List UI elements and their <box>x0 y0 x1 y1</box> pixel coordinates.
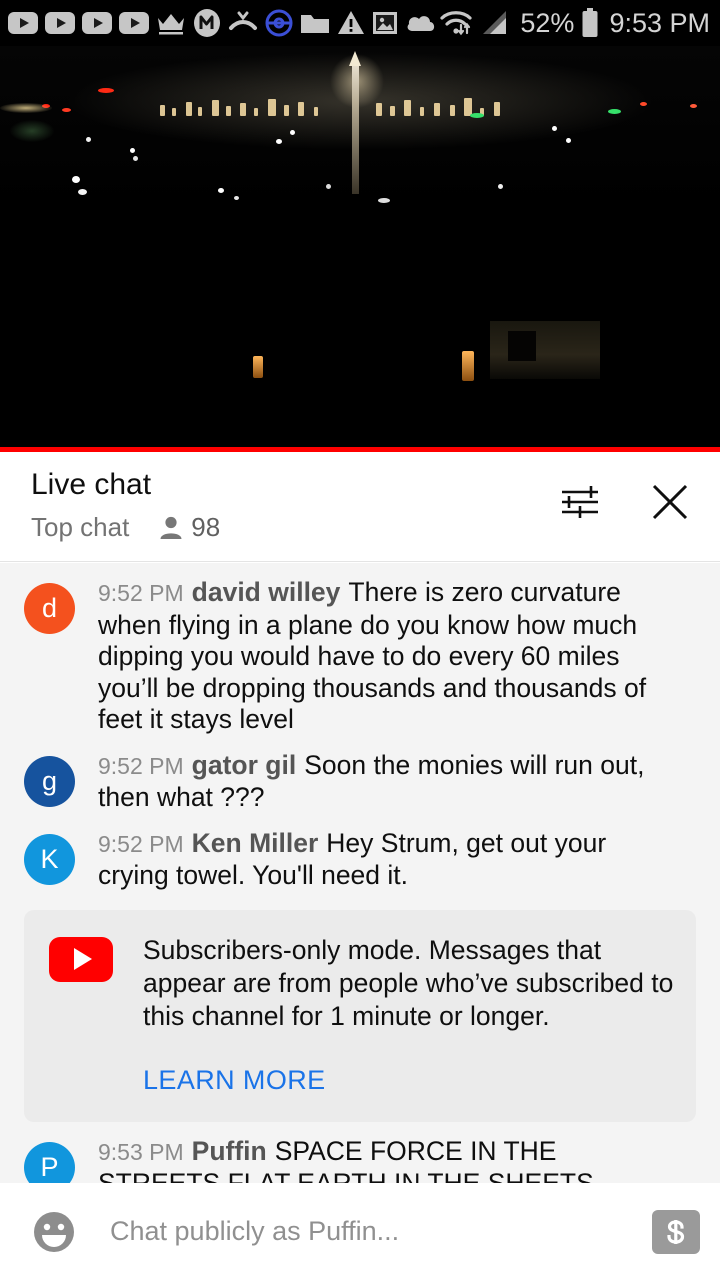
video-light <box>218 188 224 193</box>
missed-call-icon <box>229 11 257 30</box>
message-author[interactable]: Puffin <box>192 1136 267 1166</box>
youtube-logo-icon <box>49 936 113 982</box>
status-bar: 52% 9:53 PM <box>0 0 720 46</box>
learn-more-link[interactable]: LEARN MORE <box>143 1065 674 1096</box>
wifi-icon <box>440 11 472 36</box>
battery-icon <box>582 8 598 37</box>
video-foreground-building <box>490 321 600 379</box>
battery-percent-label: 52% <box>520 7 575 38</box>
video-light <box>552 126 557 131</box>
messenger-m-icon <box>194 9 220 37</box>
photo-icon <box>373 12 397 34</box>
close-chat-button[interactable] <box>644 476 696 528</box>
youtube-play-icon <box>119 12 149 34</box>
clock-label: 9:53 PM <box>609 7 710 38</box>
live-chat-header: Live chat Top chat 98 <box>0 452 720 562</box>
avatar[interactable]: K <box>24 833 75 885</box>
cloud-icon <box>407 16 435 31</box>
chat-mode-label[interactable]: Top chat <box>31 512 129 543</box>
video-light <box>133 156 138 161</box>
video-light <box>290 130 295 135</box>
video-light <box>78 189 87 195</box>
chat-message-body: 9:53 PM Puffin SPACE FORCE IN THE STREETS … <box>98 1136 683 1184</box>
video-light <box>640 102 647 106</box>
video-light <box>98 88 114 93</box>
folder-icon <box>301 15 329 33</box>
youtube-play-icon <box>82 12 112 34</box>
chat-input-bar <box>0 1183 720 1280</box>
live-chat-header-actions <box>554 452 696 552</box>
message-timestamp: 9:52 PM <box>98 580 184 606</box>
video-light <box>690 104 697 108</box>
chat-message[interactable]: g 9:52 PM gator gil Soon the monies will r… <box>0 750 720 814</box>
subscribers-only-notice: Subscribers-only mode. Messages that app… <box>24 909 696 1122</box>
status-bar-system-icons: 52% 9:53 PM <box>439 8 710 39</box>
video-monument <box>349 51 361 194</box>
cell-signal-icon <box>483 11 507 34</box>
avatar[interactable]: d <box>24 583 75 634</box>
youtube-play-icon <box>45 12 75 34</box>
message-timestamp: 9:52 PM <box>98 830 184 857</box>
message-author[interactable]: Ken Miller <box>192 828 319 858</box>
video-light <box>470 113 484 118</box>
viewer-count-label: 98 <box>191 512 221 542</box>
message-author[interactable]: david willey <box>192 577 341 607</box>
chat-input[interactable] <box>110 1216 652 1247</box>
close-x-icon <box>652 484 688 520</box>
chat-settings-sliders-icon <box>562 486 598 518</box>
pokeball-icon <box>265 9 293 37</box>
message-author[interactable]: gator gil <box>192 750 297 780</box>
notice-text: Subscribers-only mode. Messages that app… <box>143 934 674 1031</box>
live-chat-title: Live chat <box>31 468 152 501</box>
chat-message[interactable]: P 9:53 PM Puffin SPACE FORCE IN THE STREET… <box>0 1136 720 1184</box>
avatar[interactable]: g <box>24 755 75 807</box>
video-light <box>608 109 621 114</box>
chat-message-body: 9:52 PM Ken Miller Hey Strum, get out your… <box>98 828 683 892</box>
chat-message[interactable]: K 9:52 PM Ken Miller Hey Strum, get out yo… <box>0 828 720 892</box>
status-bar-notification-icons <box>8 8 439 38</box>
video-light <box>498 184 503 189</box>
video-light <box>378 198 390 203</box>
video-light <box>86 137 91 142</box>
video-light <box>276 139 282 144</box>
message-timestamp: 9:52 PM <box>98 752 184 779</box>
viewer-count-group: 98 <box>159 512 220 543</box>
video-window-light <box>253 356 263 378</box>
person-icon <box>160 516 182 539</box>
video-light <box>62 108 71 112</box>
emoji-picker-button[interactable] <box>28 1206 80 1258</box>
warning-triangle-icon <box>338 11 364 34</box>
superchat-button[interactable] <box>652 1209 700 1254</box>
video-light <box>326 184 331 189</box>
video-window-light <box>462 351 474 381</box>
message-timestamp: 9:53 PM <box>98 1138 184 1165</box>
video-light <box>566 138 571 143</box>
video-light <box>10 120 54 142</box>
video-light <box>234 196 239 200</box>
notice-content: Subscribers-only mode. Messages that app… <box>143 934 674 1096</box>
dollar-superchat-icon <box>667 1219 685 1244</box>
youtube-play-icon <box>8 12 38 34</box>
avatar[interactable]: P <box>24 1141 75 1183</box>
chat-settings-button[interactable] <box>554 476 606 528</box>
chat-message-body: 9:52 PM david willey There is zero curvatu… <box>98 577 683 736</box>
video-light <box>0 103 52 113</box>
chat-message-body: 9:52 PM gator gil Soon the monies will run… <box>98 750 683 814</box>
video-player[interactable] <box>0 46 720 452</box>
crown-icon <box>158 14 184 35</box>
chat-message[interactable]: d 9:52 PM david willey There is zero curva… <box>0 577 720 736</box>
emoji-smiley-icon <box>34 1211 74 1252</box>
video-light <box>130 148 135 153</box>
live-chat-message-list[interactable]: d 9:52 PM david willey There is zero curva… <box>0 563 720 1183</box>
live-chat-subheader: Top chat 98 <box>31 512 220 543</box>
video-light <box>72 176 80 183</box>
